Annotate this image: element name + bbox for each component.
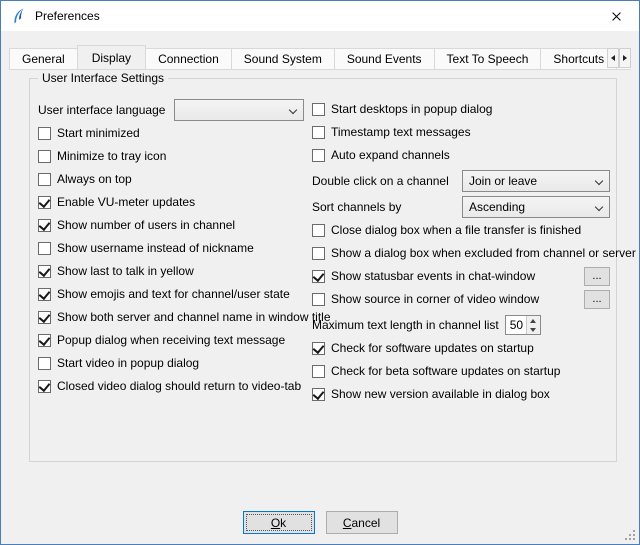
tab-scroll-left-button[interactable] — [607, 48, 619, 68]
checkbox-new-version-dialog[interactable]: Show new version available in dialog box — [312, 386, 610, 402]
checkbox-box — [312, 149, 325, 162]
checkbox-box — [38, 150, 51, 163]
left-column: User interface language Start minimized … — [38, 99, 304, 401]
spinner-buttons — [526, 316, 540, 334]
titlebar[interactable]: Preferences — [1, 1, 639, 31]
tab-bar: General Display Connection Sound System … — [9, 44, 631, 70]
checkbox-box — [38, 265, 51, 278]
double-click-label: Double click on a channel — [312, 174, 449, 188]
checkbox-box — [38, 242, 51, 255]
language-row: User interface language — [38, 99, 304, 121]
checkbox-box — [312, 247, 325, 260]
spinner-up-icon[interactable] — [527, 316, 540, 325]
tab-sound-system[interactable]: Sound System — [231, 48, 335, 69]
checkbox-auto-expand-channels[interactable]: Auto expand channels — [312, 147, 610, 163]
tab-sound-events[interactable]: Sound Events — [334, 48, 435, 69]
video-source-corner-row: Show source in corner of video window ..… — [312, 291, 610, 307]
checkbox-box — [38, 288, 51, 301]
statusbar-events-more-button[interactable]: ... — [584, 267, 610, 286]
checkbox-box — [312, 126, 325, 139]
chevron-down-icon — [595, 177, 603, 185]
checkbox-box[interactable] — [312, 270, 325, 283]
checkbox-box — [38, 173, 51, 186]
checkbox-close-on-transfer-finished[interactable]: Close dialog box when a file transfer is… — [312, 222, 610, 238]
button-bar: Ok Cancel — [1, 511, 639, 534]
checkbox-timestamp-messages[interactable]: Timestamp text messages — [312, 124, 610, 140]
double-click-combo-value: Join or leave — [469, 174, 537, 188]
checkbox-box — [38, 334, 51, 347]
checkbox-minimize-to-tray[interactable]: Minimize to tray icon — [38, 148, 304, 164]
chevron-down-icon — [289, 106, 297, 114]
checkbox-box — [312, 342, 325, 355]
tab-general[interactable]: General — [9, 48, 78, 69]
ok-button[interactable]: Ok — [243, 511, 315, 534]
statusbar-events-label: Show statusbar events in chat-window — [331, 269, 535, 283]
close-button[interactable] — [594, 1, 639, 31]
sort-channels-combo[interactable]: Ascending — [462, 196, 610, 218]
app-logo-icon — [10, 8, 27, 25]
sort-channels-combo-value: Ascending — [469, 200, 525, 214]
checkbox-dialog-when-excluded[interactable]: Show a dialog box when excluded from cha… — [312, 245, 610, 261]
sort-channels-row: Sort channels by Ascending — [312, 196, 610, 218]
cancel-button[interactable]: Cancel — [326, 511, 398, 534]
language-combo[interactable] — [174, 99, 304, 121]
checkbox-closed-video-return-tab[interactable]: Closed video dialog should return to vid… — [38, 378, 304, 394]
checkbox-box — [38, 127, 51, 140]
tab-text-to-speech[interactable]: Text To Speech — [434, 48, 542, 69]
tab-display[interactable]: Display — [77, 45, 146, 70]
max-text-length-spinner[interactable]: 50 — [505, 315, 541, 335]
max-text-length-label: Maximum text length in channel list — [312, 318, 499, 332]
statusbar-events-row: Show statusbar events in chat-window ... — [312, 268, 610, 284]
resize-grip[interactable] — [624, 529, 637, 542]
arrow-left-icon — [611, 55, 615, 61]
max-text-length-value: 50 — [506, 316, 526, 334]
tab-shortcuts[interactable]: Shortcuts — [540, 48, 617, 69]
checkbox-start-minimized[interactable]: Start minimized — [38, 125, 304, 141]
checkbox-last-to-talk-yellow[interactable]: Show last to talk in yellow — [38, 263, 304, 279]
video-source-more-button[interactable]: ... — [584, 290, 610, 309]
tab-scroll-right-button[interactable] — [619, 48, 631, 68]
checkbox-always-on-top[interactable]: Always on top — [38, 171, 304, 187]
checkbox-box — [312, 388, 325, 401]
window-title: Preferences — [35, 9, 100, 23]
spinner-down-icon[interactable] — [527, 325, 540, 334]
checkbox-box — [38, 357, 51, 370]
checkbox-box — [38, 219, 51, 232]
checkbox-box — [312, 365, 325, 378]
checkbox-box — [312, 103, 325, 116]
checkbox-box — [312, 224, 325, 237]
max-text-length-row: Maximum text length in channel list 50 — [312, 314, 610, 336]
double-click-combo[interactable]: Join or leave — [462, 170, 610, 192]
checkbox-box — [38, 311, 51, 324]
group-title: User Interface Settings — [38, 71, 168, 85]
user-interface-settings-group: User Interface Settings User interface l… — [29, 78, 617, 462]
chevron-down-icon — [595, 203, 603, 211]
checkbox-vu-meter[interactable]: Enable VU-meter updates — [38, 194, 304, 210]
checkbox-username-instead-nickname[interactable]: Show username instead of nickname — [38, 240, 304, 256]
video-source-corner-label: Show source in corner of video window — [331, 292, 539, 306]
close-icon — [611, 11, 622, 22]
checkbox-emojis-text-state[interactable]: Show emojis and text for channel/user st… — [38, 286, 304, 302]
checkbox-server-channel-in-title[interactable]: Show both server and channel name in win… — [38, 309, 304, 325]
language-label: User interface language — [38, 103, 165, 117]
checkbox-check-updates[interactable]: Check for software updates on startup — [312, 340, 610, 356]
preferences-window: Preferences General Display Connection S… — [0, 0, 640, 545]
tab-scroll-control — [607, 48, 631, 68]
checkbox-box — [38, 196, 51, 209]
double-click-row: Double click on a channel Join or leave — [312, 170, 610, 192]
sort-channels-label: Sort channels by — [312, 200, 401, 214]
checkbox-popup-on-text-message[interactable]: Popup dialog when receiving text message — [38, 332, 304, 348]
checkbox-box — [38, 380, 51, 393]
checkbox-show-user-count[interactable]: Show number of users in channel — [38, 217, 304, 233]
checkbox-desktops-popup[interactable]: Start desktops in popup dialog — [312, 101, 610, 117]
checkbox-video-popup[interactable]: Start video in popup dialog — [38, 355, 304, 371]
right-column: Start desktops in popup dialog Timestamp… — [312, 101, 610, 409]
checkbox-check-beta-updates[interactable]: Check for beta software updates on start… — [312, 363, 610, 379]
arrow-right-icon — [623, 55, 627, 61]
checkbox-box[interactable] — [312, 293, 325, 306]
tab-connection[interactable]: Connection — [145, 48, 232, 69]
